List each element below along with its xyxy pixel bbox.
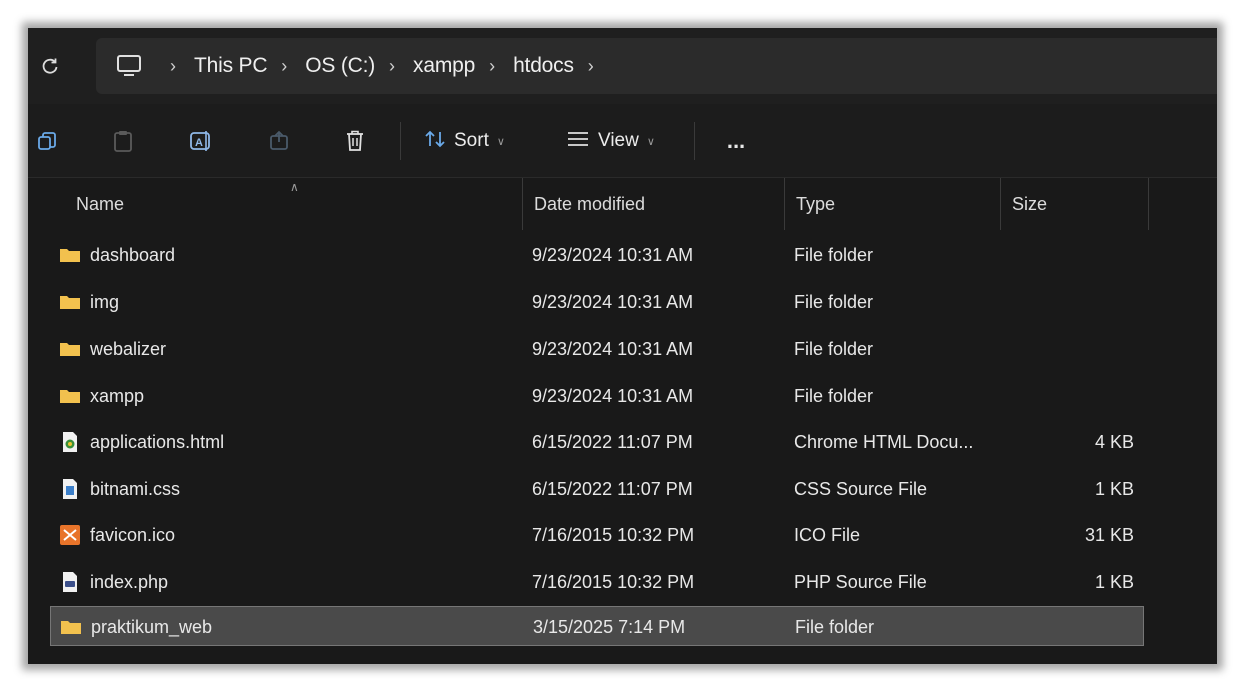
file-date: 7/16/2015 10:32 PM	[532, 571, 695, 592]
file-row-applications-html[interactable]: applications.html 6/15/2022 11:07 PM Chr…	[50, 422, 1144, 462]
file-row-dashboard[interactable]: dashboard 9/23/2024 10:31 AM File folder	[50, 235, 1144, 275]
refresh-icon[interactable]	[36, 52, 64, 80]
column-header-type-label: Type	[796, 193, 836, 214]
column-header-size[interactable]: Size	[1002, 178, 1148, 230]
copy-icon[interactable]	[32, 126, 62, 156]
file-size	[1031, 607, 1141, 647]
file-date: 6/15/2022 11:07 PM	[532, 431, 693, 452]
file-name: xampp	[90, 385, 145, 406]
folder-icon	[58, 290, 82, 314]
file-size	[1030, 282, 1140, 322]
breadcrumb-xampp[interactable]: xampp	[413, 54, 475, 78]
column-divider[interactable]	[1000, 178, 1001, 230]
chevron-down-icon: ∨	[496, 135, 505, 148]
breadcrumb-os-c[interactable]: OS (C:)	[305, 54, 375, 78]
command-bar: A Sort ∨ View ∨ ...	[28, 104, 1217, 178]
breadcrumb-htdocs[interactable]: htdocs	[513, 54, 574, 78]
column-header-row: ∧ Name Date modified Type Size	[28, 178, 1217, 230]
file-type: CSS Source File	[794, 478, 928, 499]
column-header-date-label: Date modified	[534, 193, 646, 214]
svg-text:A: A	[195, 137, 203, 149]
file-size	[1030, 376, 1140, 416]
folder-icon	[58, 337, 82, 361]
chevron-right-icon[interactable]: ›	[281, 56, 287, 77]
css-file-icon	[58, 477, 82, 501]
file-name: dashboard	[90, 244, 176, 265]
file-type: PHP Source File	[794, 571, 927, 592]
ico-file-icon	[58, 523, 82, 547]
rename-icon[interactable]: A	[186, 126, 216, 156]
file-date: 3/15/2025 7:14 PM	[533, 616, 686, 637]
monitor-icon	[116, 52, 144, 80]
file-type: File folder	[794, 244, 874, 265]
html-file-icon	[58, 430, 82, 454]
address-bar-row: › This PC › OS (C:) › xampp › htdocs ›	[28, 28, 1217, 104]
file-date: 9/23/2024 10:31 AM	[532, 385, 694, 406]
file-name: img	[90, 291, 120, 312]
column-header-date[interactable]: Date modified	[524, 178, 784, 230]
folder-icon	[58, 243, 82, 267]
file-name: webalizer	[90, 338, 167, 359]
folder-icon	[59, 615, 83, 639]
file-row-praktikum-web[interactable]: praktikum_web 3/15/2025 7:14 PM File fol…	[50, 606, 1144, 646]
file-type: File folder	[794, 385, 874, 406]
file-size	[1030, 329, 1140, 369]
toolbar-divider	[694, 122, 695, 160]
file-name: bitnami.css	[90, 478, 181, 499]
file-type: File folder	[795, 616, 875, 637]
column-divider[interactable]	[1148, 178, 1149, 230]
chevron-right-icon[interactable]: ›	[588, 56, 594, 77]
file-size: 4 KB	[1094, 431, 1134, 452]
file-name: praktikum_web	[91, 616, 213, 637]
file-size: 1 KB	[1094, 478, 1134, 499]
php-file-icon	[58, 570, 82, 594]
file-row-favicon-ico[interactable]: favicon.ico 7/16/2015 10:32 PM ICO File …	[50, 515, 1144, 555]
column-header-type[interactable]: Type	[786, 178, 1000, 230]
view-button[interactable]: View ∨	[566, 126, 676, 156]
file-row-bitnami-css[interactable]: bitnami.css 6/15/2022 11:07 PM CSS Sourc…	[50, 469, 1144, 509]
file-type: ICO File	[794, 524, 861, 545]
file-row-index-php[interactable]: index.php 7/16/2015 10:32 PM PHP Source …	[50, 562, 1144, 602]
view-label: View	[598, 130, 639, 151]
file-date: 9/23/2024 10:31 AM	[532, 338, 694, 359]
file-name: index.php	[90, 571, 169, 592]
file-size: 1 KB	[1094, 571, 1134, 592]
file-name: favicon.ico	[90, 524, 176, 545]
file-row-img[interactable]: img 9/23/2024 10:31 AM File folder	[50, 282, 1144, 322]
file-type: File folder	[794, 291, 874, 312]
file-type: Chrome HTML Docu...	[794, 431, 974, 452]
folder-icon	[58, 384, 82, 408]
column-header-size-label: Size	[1012, 193, 1048, 214]
delete-icon[interactable]	[340, 126, 370, 156]
file-explorer-window: › This PC › OS (C:) › xampp › htdocs › A…	[28, 28, 1217, 664]
view-list-icon	[566, 130, 590, 153]
chevron-right-icon[interactable]: ›	[389, 56, 395, 77]
file-row-webalizer[interactable]: webalizer 9/23/2024 10:31 AM File folder	[50, 329, 1144, 369]
chevron-right-icon: ›	[170, 55, 176, 76]
share-icon[interactable]	[264, 126, 294, 156]
sort-icon	[424, 129, 446, 154]
file-date: 9/23/2024 10:31 AM	[532, 244, 694, 265]
column-divider[interactable]	[522, 178, 523, 230]
chevron-down-icon: ∨	[646, 135, 655, 148]
file-date: 7/16/2015 10:32 PM	[532, 524, 695, 545]
file-size: 31 KB	[1084, 524, 1134, 545]
sort-label: Sort	[454, 130, 489, 151]
file-type: File folder	[794, 338, 874, 359]
breadcrumb-this-pc[interactable]: This PC	[194, 54, 267, 78]
column-divider[interactable]	[784, 178, 785, 230]
column-header-name[interactable]: Name	[66, 178, 520, 230]
chevron-right-icon[interactable]: ›	[489, 56, 495, 77]
column-header-name-label: Name	[76, 193, 125, 214]
address-box[interactable]: › This PC › OS (C:) › xampp › htdocs ›	[96, 38, 1217, 94]
sort-button[interactable]: Sort ∨	[424, 126, 524, 156]
file-name: applications.html	[90, 431, 225, 452]
file-size	[1030, 235, 1140, 275]
file-date: 6/15/2022 11:07 PM	[532, 478, 693, 499]
more-options-button[interactable]: ...	[716, 126, 756, 156]
toolbar-divider	[400, 122, 401, 160]
file-date: 9/23/2024 10:31 AM	[532, 291, 694, 312]
paste-icon[interactable]	[108, 126, 138, 156]
file-row-xampp[interactable]: xampp 9/23/2024 10:31 AM File folder	[50, 376, 1144, 416]
